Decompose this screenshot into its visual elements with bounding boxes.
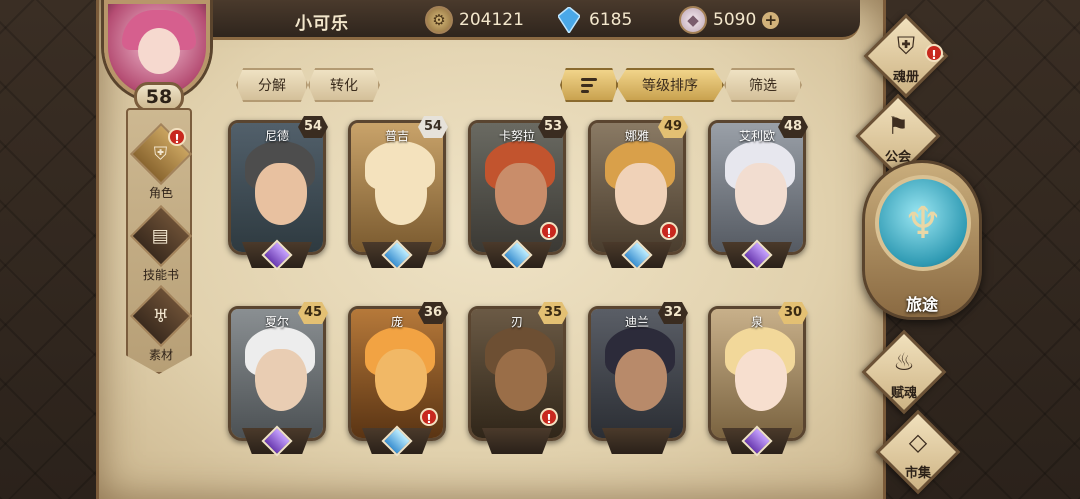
soul-book-label: 魂册 (892, 70, 919, 85)
hero-portrait-frame: 泉 (708, 306, 806, 441)
horns-icon: ♅ (129, 284, 192, 348)
trident-icon: ♆ (903, 197, 943, 249)
market-label: 市集 (904, 466, 931, 481)
guild-banner-icon: ⚑ (887, 112, 909, 140)
avatar-face (138, 28, 180, 74)
hero-level-badge: 35 (538, 302, 568, 324)
hero-alert-badge: ! (420, 408, 438, 426)
left-sidebar: ⛨ 角色 ▤ 技能书 ♅ 素材 (126, 108, 192, 374)
gem-market-icon: ◇ (908, 428, 928, 456)
journey-button[interactable]: ♆ 旅途 (862, 160, 982, 320)
player-name: 小可乐 (295, 14, 349, 34)
sidebar-item-material[interactable]: ♅ 素材 (128, 284, 192, 363)
sidebar-item-label: 技能书 (142, 268, 179, 282)
hero-card[interactable]: 卡努拉 53! (468, 116, 568, 271)
hero-alert-badge: ! (540, 408, 558, 426)
hero-alert-badge: ! (540, 222, 558, 240)
hero-portrait-frame: 尼德 (228, 120, 326, 255)
sort-by-level-button[interactable]: 等级排序 (616, 68, 724, 102)
endow-soul-button[interactable]: ♨ 赋魂 (861, 329, 947, 415)
hero-card[interactable]: 庞 36! (348, 302, 448, 457)
hero-portrait-frame: 艾利欧 (708, 120, 806, 255)
journey-label: 旅途 (905, 295, 938, 314)
market-button[interactable]: ◇ 市集 (875, 409, 961, 495)
hero-portrait-frame: 迪兰 (588, 306, 686, 441)
hero-level-badge: 48 (778, 116, 808, 138)
hero-card[interactable]: 迪兰 32 (588, 302, 688, 456)
gold-coin-icon: ⚙ (425, 6, 453, 34)
hero-level-badge: 45 (298, 302, 328, 324)
hero-card[interactable]: 泉 30 (708, 302, 808, 457)
book-icon: ▤ (129, 204, 192, 268)
sidebar-item-label: 角色 (148, 186, 173, 200)
sort-icon (581, 77, 597, 93)
hero-portrait-frame: 普吉 (348, 120, 446, 255)
card-base (602, 428, 672, 454)
hero-portrait-frame: 夏尔 (228, 306, 326, 441)
hero-level-badge: 54 (298, 116, 328, 138)
hero-card[interactable]: 刃 35! (468, 302, 568, 456)
player-level: 58 (134, 82, 184, 112)
hero-level-badge: 36 (418, 302, 448, 324)
hero-level-badge: 54 (418, 116, 448, 138)
hero-card[interactable]: 夏尔 45 (228, 302, 328, 457)
hero-card[interactable]: 娜雅 49! (588, 116, 688, 271)
filter-button[interactable]: 筛选 (724, 68, 802, 102)
crystal-amount: 6185 (589, 10, 633, 30)
sidebar-role-alert-badge: ! (168, 128, 186, 146)
journey-orb: ♆ (875, 175, 971, 271)
sidebar-item-skillbook[interactable]: ▤ 技能书 (128, 204, 192, 283)
hero-card[interactable]: 尼德 54 (228, 116, 328, 271)
crystal-icon (555, 6, 583, 34)
gold-amount: 204121 (459, 10, 524, 30)
gem-icon: ◆ (679, 6, 707, 34)
game-screen: 小可乐 ⚙ 204121 6185 ◆ 5090 + 58 ⛨ 角色 ▤ 技能书 (0, 0, 1080, 499)
hero-alert-badge: ! (660, 222, 678, 240)
add-gem-button[interactable]: + (762, 11, 780, 29)
gem-resource: ◆ 5090 + (679, 6, 780, 34)
soul-book-alert-badge: ! (925, 44, 943, 62)
decompose-button[interactable]: 分解 (236, 68, 308, 102)
hero-level-badge: 53 (538, 116, 568, 138)
sort-toggle-button[interactable] (560, 68, 618, 102)
hero-level-badge: 30 (778, 302, 808, 324)
crystal-resource: 6185 (555, 6, 632, 34)
convert-button[interactable]: 转化 (308, 68, 380, 102)
hero-card[interactable]: 艾利欧 48 (708, 116, 808, 271)
hero-card[interactable]: 普吉 54 (348, 116, 448, 271)
card-base (482, 428, 552, 454)
endow-soul-label: 赋魂 (890, 386, 917, 401)
top-bar: 小可乐 ⚙ 204121 6185 ◆ 5090 + (205, 0, 860, 40)
gold-resource: ⚙ 204121 (425, 6, 524, 34)
hero-level-badge: 49 (658, 116, 688, 138)
hero-level-badge: 32 (658, 302, 688, 324)
flame-swirl-icon: ♨ (893, 348, 915, 376)
gem-amount: 5090 (713, 10, 757, 30)
